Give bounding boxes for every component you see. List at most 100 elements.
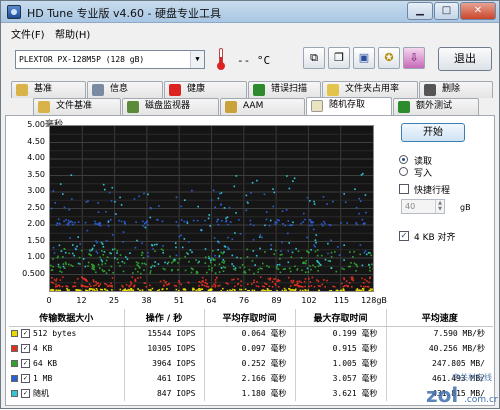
data-point — [320, 264, 322, 266]
data-point — [215, 284, 217, 286]
download-button[interactable]: ⇩ — [403, 47, 425, 69]
data-point — [318, 261, 320, 263]
data-point — [180, 284, 182, 286]
svg-text:zol: zol — [426, 383, 458, 407]
data-point — [158, 205, 160, 207]
data-point — [154, 265, 156, 267]
data-point — [53, 247, 55, 249]
start-button[interactable]: 开始 — [401, 123, 465, 142]
close-button[interactable]: ✕ — [460, 2, 496, 20]
data-point — [363, 223, 365, 225]
data-point — [103, 246, 105, 248]
minimize-button[interactable]: ▁ — [407, 2, 433, 20]
tab-disk-monitor[interactable]: 磁盘监视器 — [122, 98, 219, 115]
data-point — [219, 271, 221, 273]
data-point — [210, 260, 212, 262]
data-point — [126, 284, 128, 286]
data-point — [312, 265, 314, 267]
series-checkbox[interactable]: ✓ — [21, 329, 30, 338]
series-checkbox[interactable]: ✓ — [21, 374, 30, 383]
read-radio[interactable] — [399, 155, 408, 164]
data-point — [205, 248, 207, 250]
data-point — [343, 244, 345, 246]
tab-health[interactable]: 健康 — [164, 81, 247, 98]
data-point — [292, 222, 294, 224]
data-point — [68, 224, 70, 226]
data-point — [214, 259, 216, 261]
data-point — [158, 289, 160, 291]
exit-button[interactable]: 退出 — [438, 47, 492, 71]
tab-extra-tests[interactable]: 额外测试 — [393, 98, 479, 115]
data-point — [92, 289, 94, 291]
data-point — [53, 190, 55, 192]
data-point — [166, 288, 168, 290]
series-color-swatch — [11, 390, 18, 397]
data-point — [180, 235, 182, 237]
short-stroke-checkbox[interactable] — [399, 184, 409, 194]
spin-arrows-icon[interactable]: ▲▼ — [435, 200, 444, 213]
tab-info[interactable]: 信息 — [87, 81, 163, 98]
data-point — [277, 219, 279, 221]
data-point — [291, 224, 293, 226]
data-point — [106, 260, 108, 262]
data-point — [217, 285, 219, 287]
drive-select[interactable]: PLEXTOR PX-128M5P (128 gB) ▼ — [15, 50, 205, 69]
data-point — [68, 253, 70, 255]
tab-benchmark[interactable]: 基准 — [11, 81, 86, 98]
data-point — [144, 223, 146, 225]
max-access-cell: 3.621 毫秒 — [295, 386, 386, 401]
data-point — [98, 264, 100, 266]
copy-screenshot-button[interactable]: ❐ — [328, 47, 350, 69]
data-point — [288, 220, 290, 222]
data-point — [69, 237, 71, 239]
data-point — [198, 261, 200, 263]
tab-erase[interactable]: 删除 — [419, 81, 493, 98]
data-point — [176, 289, 178, 291]
data-point — [104, 189, 106, 191]
data-point — [313, 245, 315, 247]
data-point — [58, 290, 60, 291]
tab-file-benchmark[interactable]: 文件基准 — [33, 98, 121, 115]
data-point — [167, 263, 169, 265]
menu-file[interactable]: 文件(F) — [11, 26, 45, 41]
results-table: 传输数据大小 操作 / 秒 平均存取时间 最大存取时间 平均速度 ✓512 by… — [9, 309, 493, 401]
chevron-down-icon[interactable]: ▼ — [190, 51, 204, 68]
tab-error-scan[interactable]: 错误扫描 — [248, 81, 321, 98]
data-point — [311, 285, 313, 287]
save-button[interactable]: ▣ — [353, 47, 375, 69]
tab-folder-usage[interactable]: 文件夹占用率 — [322, 81, 418, 98]
data-point — [84, 278, 86, 280]
data-point — [57, 256, 59, 258]
data-point — [67, 289, 69, 291]
series-checkbox[interactable]: ✓ — [21, 389, 30, 398]
options-button[interactable]: ✪ — [378, 47, 400, 69]
data-point — [337, 246, 339, 248]
data-point — [96, 283, 98, 285]
tab-aam[interactable]: AAM — [220, 98, 305, 115]
data-point — [229, 207, 231, 209]
data-point — [368, 252, 370, 254]
extra-tests-icon — [398, 101, 410, 113]
data-point — [246, 210, 248, 212]
copy-info-button[interactable]: ⧉ — [303, 47, 325, 69]
data-point — [363, 290, 365, 291]
data-point — [346, 222, 348, 224]
data-point — [92, 266, 94, 268]
data-point — [215, 286, 217, 288]
data-point — [265, 290, 267, 291]
short-stroke-input[interactable]: 40 ▲▼ — [401, 199, 445, 214]
data-point — [171, 269, 173, 271]
data-point — [222, 288, 224, 290]
data-point — [90, 285, 92, 287]
series-checkbox[interactable]: ✓ — [21, 359, 30, 368]
data-point — [219, 256, 221, 258]
write-radio[interactable] — [399, 167, 408, 176]
write-label: 写入 — [414, 166, 432, 179]
tab-random-access[interactable]: 随机存取 — [306, 97, 392, 116]
align-4kb-checkbox[interactable]: ✓ — [399, 231, 409, 241]
maximize-button[interactable]: □ — [434, 2, 459, 20]
ops-cell: 461 IOPS — [124, 371, 204, 386]
menu-help[interactable]: 帮助(H) — [55, 26, 90, 41]
series-checkbox[interactable]: ✓ — [21, 344, 30, 353]
data-point — [323, 196, 325, 198]
